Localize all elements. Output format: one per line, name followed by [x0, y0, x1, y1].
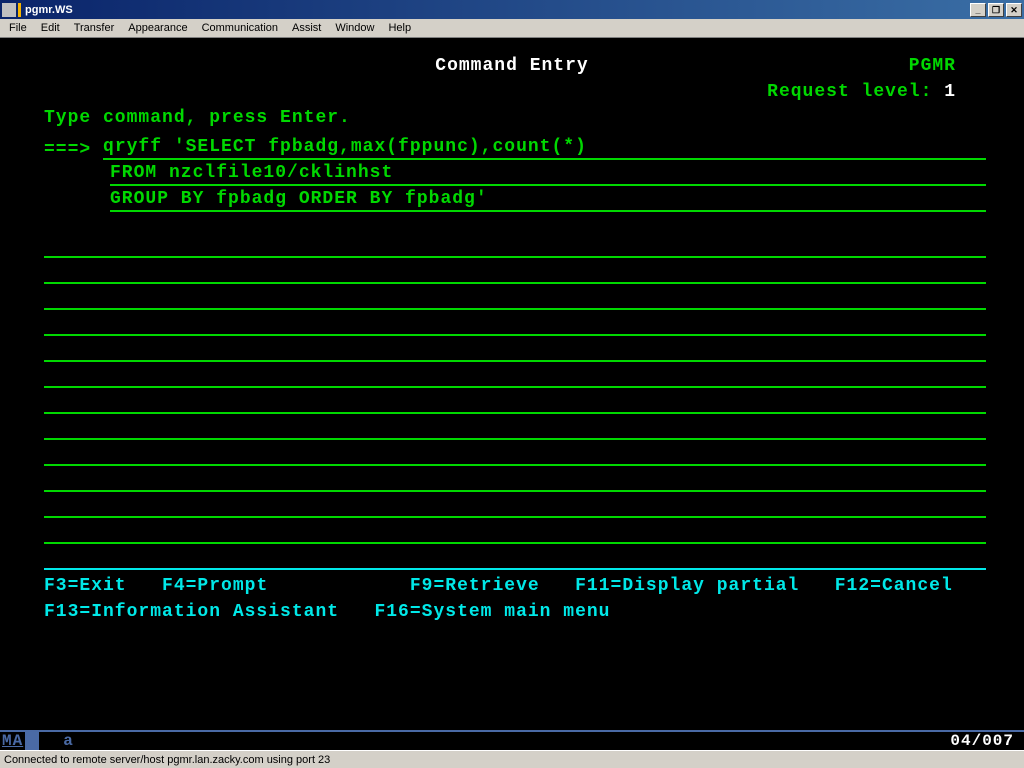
menu-help[interactable]: Help: [381, 20, 418, 36]
divider: [44, 562, 986, 570]
command-blank-line[interactable]: [44, 284, 986, 310]
app-icon: [2, 3, 16, 17]
fkey-f4[interactable]: F4=Prompt: [162, 576, 268, 602]
fkey-f3[interactable]: F3=Exit: [44, 576, 127, 602]
fkey-f13[interactable]: F13=Information Assistant: [44, 602, 339, 628]
command-row-1: ===> qryff 'SELECT fpbadg,max(fppunc),co…: [8, 134, 1016, 160]
connection-status-bar: Connected to remote server/host pgmr.lan…: [0, 750, 1024, 768]
command-blank-line[interactable]: [44, 362, 986, 388]
command-blank-line[interactable]: [44, 388, 986, 414]
command-blank-line[interactable]: [44, 310, 986, 336]
command-blank-line[interactable]: [44, 466, 986, 492]
command-blank-line[interactable]: [44, 414, 986, 440]
status-indicator: MA: [0, 732, 23, 750]
close-button[interactable]: ✕: [1006, 3, 1022, 17]
fkey-f16[interactable]: F16=System main menu: [374, 602, 610, 628]
window-icon-group: [2, 3, 21, 17]
command-continuation-area: [8, 232, 1016, 544]
status-mode: a: [63, 732, 74, 750]
cursor-position: 04/007: [950, 732, 1014, 750]
command-blank-line[interactable]: [44, 518, 986, 544]
command-blank-line[interactable]: [44, 440, 986, 466]
command-blank-line[interactable]: [44, 492, 986, 518]
command-input-line-2[interactable]: FROM nzclfile10/cklinhst: [110, 162, 986, 186]
instruction-text: Type command, press Enter.: [8, 108, 1016, 134]
command-prompt: ===>: [44, 140, 103, 160]
screen-header: Command Entry PGMR: [8, 56, 1016, 82]
window-titlebar: pgmr.WS _ ❐ ✕: [0, 0, 1024, 19]
terminal-screen[interactable]: Command Entry PGMR Request level: 1 Type…: [0, 38, 1024, 730]
window-buttons: _ ❐ ✕: [970, 3, 1022, 17]
menu-file[interactable]: File: [2, 20, 34, 36]
command-blank-line[interactable]: [44, 336, 986, 362]
command-blank-line[interactable]: [44, 258, 986, 284]
request-level-label: Request level:: [767, 82, 932, 102]
terminal-status-strip: MA a 04/007: [0, 730, 1024, 750]
menu-window[interactable]: Window: [328, 20, 381, 36]
fkey-f12[interactable]: F12=Cancel: [835, 576, 953, 602]
status-cursor-icon: [25, 732, 39, 750]
function-keys: F3=Exit F4=Prompt F9=Retrieve F11=Displa…: [8, 576, 1016, 628]
command-input-line-1[interactable]: qryff 'SELECT fpbadg,max(fppunc),count(*…: [103, 136, 986, 160]
menu-appearance[interactable]: Appearance: [121, 20, 194, 36]
menubar: File Edit Transfer Appearance Communicat…: [0, 19, 1024, 38]
menu-assist[interactable]: Assist: [285, 20, 328, 36]
screen-title: Command Entry: [8, 56, 1016, 76]
window-title: pgmr.WS: [25, 4, 970, 16]
menu-communication[interactable]: Communication: [195, 20, 285, 36]
command-row-2: FROM nzclfile10/cklinhst: [8, 160, 1016, 186]
user-id: PGMR: [909, 56, 956, 76]
maximize-button[interactable]: ❐: [988, 3, 1004, 17]
request-level-value: 1: [944, 82, 956, 102]
minimize-button[interactable]: _: [970, 3, 986, 17]
fkey-row-1: F3=Exit F4=Prompt F9=Retrieve F11=Displa…: [44, 576, 1016, 602]
command-blank-line[interactable]: [44, 232, 986, 258]
fkey-f9[interactable]: F9=Retrieve: [410, 576, 540, 602]
menu-edit[interactable]: Edit: [34, 20, 67, 36]
menu-transfer[interactable]: Transfer: [67, 20, 122, 36]
command-input-line-3[interactable]: GROUP BY fpbadg ORDER BY fpbadg': [110, 188, 986, 212]
command-row-3: GROUP BY fpbadg ORDER BY fpbadg': [8, 186, 1016, 212]
connection-status-text: Connected to remote server/host pgmr.lan…: [4, 754, 330, 766]
fkey-f11[interactable]: F11=Display partial: [575, 576, 799, 602]
app-icon-accent: [18, 3, 21, 17]
request-level: Request level: 1: [8, 82, 1016, 108]
fkey-row-2: F13=Information Assistant F16=System mai…: [44, 602, 1016, 628]
